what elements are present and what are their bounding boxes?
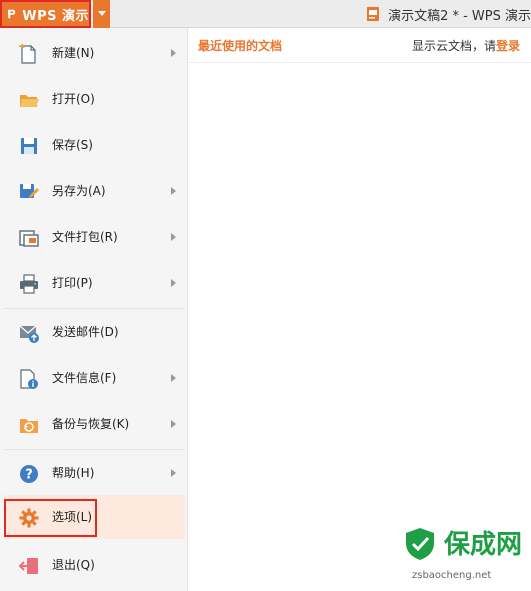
file-menu: 新建(N) 打开(O) 保存(S) 另存为(A) 文件打包(R) 打印(P) 发… [0,28,188,591]
menu-label-help: 帮助(H) [52,466,95,480]
printer-icon [20,274,38,294]
menu-item-save-as[interactable]: 另存为(A) [4,169,185,213]
wps-app-menu-button[interactable]: WPS 演示 [0,0,91,28]
exit-icon [18,558,38,574]
submenu-arrow-icon [171,49,176,57]
login-link[interactable]: 登录 [496,39,520,53]
menu-label-save: 保存(S) [52,138,93,152]
menu-label-send-mail: 发送邮件(D) [52,325,119,339]
menu-item-send-mail[interactable]: 发送邮件(D) [4,310,185,354]
menu-item-save[interactable]: 保存(S) [4,123,185,167]
cloud-docs-prompt: 显示云文档，请登录 [412,28,520,64]
svg-text:?: ? [25,468,33,483]
menu-label-exit: 退出(Q) [52,558,95,572]
backup-icon [20,419,38,433]
wps-logo-icon [8,9,16,19]
save-as-icon [20,184,39,198]
gear-icon [19,508,39,528]
menu-item-new[interactable]: 新建(N) [4,31,185,75]
panel-header: 最近使用的文档 显示云文档，请登录 [189,28,531,63]
menu-label-save-as: 另存为(A) [52,184,106,198]
menu-item-open[interactable]: 打开(O) [4,77,185,121]
menu-item-exit[interactable]: 退出(Q) [4,543,185,587]
help-icon: ? [20,465,38,483]
menu-item-backup[interactable]: 备份与恢复(K) [4,402,185,446]
open-folder-icon [20,95,39,107]
submenu-arrow-icon [171,420,176,428]
menu-label-package: 文件打包(R) [52,230,118,244]
submenu-arrow-icon [171,187,176,195]
menu-label-open: 打开(O) [52,92,95,106]
menu-label-print: 打印(P) [52,276,93,290]
title-bar: WPS 演示 演示文稿2 * - WPS 演示 [0,0,531,28]
save-disk-icon [21,138,37,154]
app-menu-dropdown-button[interactable] [93,0,110,28]
cloud-docs-prefix: 显示云文档，请 [411,39,496,53]
menu-item-options[interactable]: 选项(L) [4,495,185,539]
menu-item-help[interactable]: ? 帮助(H) [4,451,185,495]
menu-label-backup: 备份与恢复(K) [52,417,130,431]
menu-item-print[interactable]: 打印(P) [4,261,185,305]
wps-app-label: WPS 演示 [22,8,89,24]
submenu-arrow-icon [171,374,176,382]
recent-documents-title: 最近使用的文档 [198,39,283,53]
menu-divider [4,449,185,450]
document-title-text: 演示文稿2 * - WPS 演示 [388,8,531,24]
submenu-arrow-icon [171,233,176,241]
menu-item-file-info[interactable]: 文件信息(F) [4,356,185,400]
shield-logo-icon [406,528,434,560]
menu-label-options: 选项(L) [52,510,93,524]
presentation-file-icon [367,7,380,21]
package-icon [19,230,39,247]
recent-documents-panel: 最近使用的文档 显示云文档，请登录 [189,28,531,591]
menu-divider [4,308,185,309]
new-doc-icon [18,43,36,64]
submenu-arrow-icon [171,469,176,477]
chevron-down-icon [97,11,106,16]
site-watermark: 保成网 zsbaocheng.net [398,522,529,590]
watermark-title: 保成网 [444,530,523,560]
submenu-arrow-icon [171,279,176,287]
document-title: 演示文稿2 * - WPS 演示 [366,0,531,28]
mail-icon [19,325,39,343]
menu-label-file-info: 文件信息(F) [52,371,117,385]
menu-item-package[interactable]: 文件打包(R) [4,215,185,259]
watermark-url: zsbaocheng.net [412,570,492,581]
menu-label-new: 新建(N) [52,46,95,60]
file-info-icon [20,369,38,389]
